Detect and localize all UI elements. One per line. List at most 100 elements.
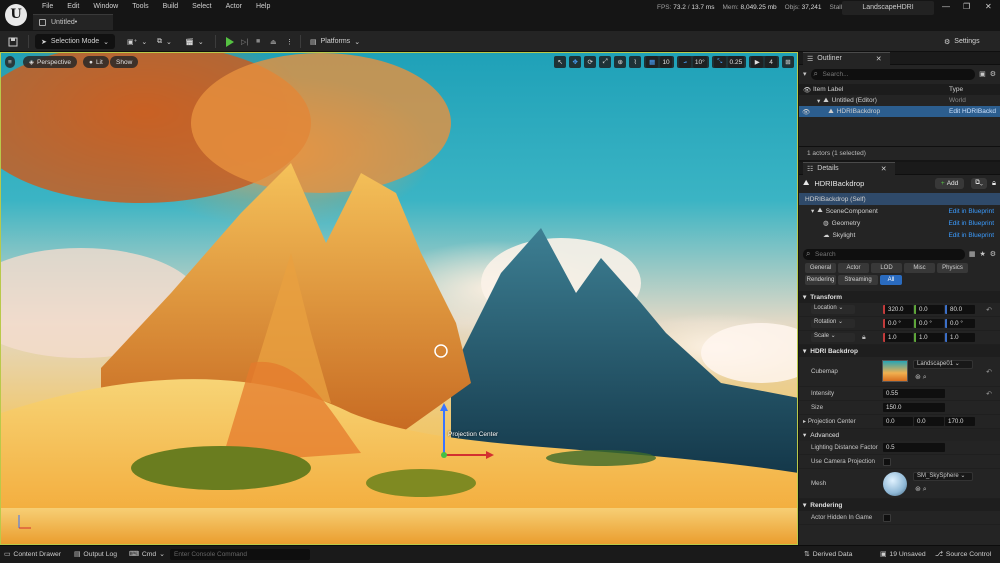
projection-y-input[interactable]: 0.0 [914, 417, 944, 426]
size-input[interactable]: 150.0 [883, 403, 945, 412]
intensity-input[interactable]: 0.55 [883, 389, 945, 398]
unreal-logo-icon[interactable]: U [5, 4, 27, 26]
location-dropdown[interactable]: Location ⌄ [811, 305, 855, 314]
console-input[interactable]: Enter Console Command [170, 549, 310, 560]
menu-tools[interactable]: Tools [125, 2, 155, 12]
reset-arrow-icon[interactable]: ↶ [986, 368, 992, 376]
blueprint-button[interactable]: ⧉ ⌄ [157, 34, 172, 49]
minimize-button[interactable]: — [942, 2, 950, 11]
rotation-z-input[interactable]: 0.0 ° [945, 319, 975, 328]
close-tab-icon[interactable]: ✕ [876, 55, 882, 63]
grid-snap-toggle[interactable]: ▦ 10 [644, 56, 675, 68]
rotation-x-input[interactable]: 0.0 ° [883, 319, 913, 328]
table-view-icon[interactable]: ▦ [969, 250, 976, 258]
add-content-button[interactable]: ▣⁺ ⌄ [127, 34, 147, 49]
projection-z-input[interactable]: 170.0 [945, 417, 975, 426]
add-component-button[interactable]: + Add [934, 177, 965, 189]
location-y-input[interactable]: 0.0 [914, 305, 944, 314]
reset-arrow-icon[interactable]: ↶ [986, 306, 992, 314]
edit-in-blueprint-link[interactable]: Edit in Blueprint [948, 220, 994, 227]
category-lod[interactable]: LOD [871, 263, 902, 273]
outliner-row-hdribackdrop[interactable]: 👁︎ ⛰ HDRIBackdrop Edit HDRIBackd [799, 106, 1000, 117]
rotation-snap-toggle[interactable]: ⦟ 10° [677, 56, 709, 68]
scale-y-input[interactable]: 1.0 [914, 333, 944, 342]
settings-gear-icon[interactable]: ⚙ [990, 250, 996, 258]
derived-data-button[interactable]: ⇅ Derived Data [804, 550, 852, 559]
mesh-dropdown[interactable]: SM_SkySphere ⌄ [913, 472, 973, 481]
scale-snap-toggle[interactable]: ⤡ 0.25 [711, 56, 747, 68]
outliner-row-world[interactable]: ▾ ⛰ Untitled (Editor) World [799, 95, 1000, 106]
maximize-viewport-icon[interactable]: ⊞ [782, 56, 794, 68]
actor-hidden-checkbox[interactable] [883, 514, 891, 522]
world-space-icon[interactable]: ⊕ [614, 56, 627, 68]
advance-frame-button[interactable]: ▷| [241, 34, 248, 49]
category-actor[interactable]: Actor [838, 263, 869, 273]
source-control-button[interactable]: ⎇ Source Control [935, 550, 991, 559]
rotation-dropdown[interactable]: Rotation ⌄ [811, 319, 855, 328]
blueprint-options-button[interactable]: ⧉⌄ [971, 177, 987, 189]
use-camera-projection-checkbox[interactable] [883, 458, 891, 466]
rendering-section-header[interactable]: ▾ Rendering [799, 499, 1000, 511]
component-row-skylight[interactable]: ☁ Skylight Edit in Blueprint [799, 229, 1000, 241]
cubemap-dropdown[interactable]: Landscape01 ⌄ [913, 360, 973, 369]
unsaved-button[interactable]: ▣ 19 Unsaved [880, 550, 926, 559]
close-button[interactable]: ✕ [985, 2, 992, 11]
scale-z-input[interactable]: 1.0 [945, 333, 975, 342]
outliner-search-input[interactable]: Search... [810, 68, 976, 80]
scale-lock-icon[interactable]: 🔒︎ [862, 334, 866, 342]
type-header[interactable]: Type [949, 86, 963, 93]
menu-build[interactable]: Build [156, 2, 186, 12]
edit-in-blueprint-link[interactable]: Edit in Blueprint [948, 232, 994, 239]
menu-select[interactable]: Select [185, 2, 218, 12]
projection-x-input[interactable]: 0.0 [883, 417, 913, 426]
camera-speed-button[interactable]: ▶ 4 [749, 56, 779, 68]
eject-button[interactable]: ⏏ [270, 34, 277, 49]
close-tab-icon[interactable]: ✕ [881, 165, 887, 173]
scale-dropdown[interactable]: Scale ⌄ [811, 333, 855, 342]
mesh-thumbnail[interactable] [883, 472, 907, 496]
cmd-dropdown[interactable]: ⌨ Cmd ⌄ [129, 550, 165, 559]
star-icon[interactable]: ★ [979, 250, 985, 258]
outliner-tab[interactable]: ☰ Outliner ✕ [803, 51, 890, 65]
scale-x-input[interactable]: 1.0 [883, 333, 913, 342]
details-tab[interactable]: ☷ Details ✕ [803, 162, 895, 175]
category-physics[interactable]: Physics [937, 263, 968, 273]
view-mode-button[interactable]: ● Lit [83, 56, 109, 68]
maximize-button[interactable]: ❐ [963, 2, 970, 11]
menu-actor[interactable]: Actor [219, 2, 249, 12]
stop-button[interactable]: ■ [256, 34, 260, 49]
level-tab[interactable]: Untitled• [33, 14, 113, 30]
scale-tool-icon[interactable]: ⤢ [599, 56, 612, 68]
selection-mode-dropdown[interactable]: ➤ Selection Mode ⌄ [35, 34, 116, 49]
filter-icon[interactable]: ▾ [803, 70, 807, 78]
cinematics-button[interactable]: 🎬︎ ⌄ [185, 34, 204, 49]
level-viewport[interactable]: ≡ ◈ Perspective ● Lit Show ↖ ✥ ⟳ ⤢ ⊕ ⌇ ▦… [0, 52, 798, 545]
perspective-button[interactable]: ◈ Perspective [23, 56, 77, 68]
cubemap-thumbnail[interactable] [882, 360, 908, 382]
play-button[interactable] [226, 34, 234, 49]
advanced-section-header[interactable]: ▾ Advanced [799, 429, 1000, 441]
expand-arrow-icon[interactable]: ▸ [803, 418, 806, 425]
settings-gear-icon[interactable]: ⚙ [990, 70, 996, 78]
hdri-section-header[interactable]: ▾ HDRI Backdrop [799, 345, 1000, 357]
category-rendering[interactable]: Rendering [805, 275, 836, 285]
eye-icon[interactable]: 👁︎ [802, 108, 810, 116]
menu-help[interactable]: Help [249, 2, 277, 12]
menu-edit[interactable]: Edit [60, 2, 86, 12]
category-general[interactable]: General [805, 263, 836, 273]
menu-window[interactable]: Window [86, 2, 125, 12]
expand-arrow-icon[interactable]: ▾ [811, 207, 814, 215]
transform-section-header[interactable]: ▾ Transform [799, 291, 1000, 303]
component-row-geometry[interactable]: ◍ Geometry Edit in Blueprint [799, 217, 1000, 229]
component-row-self[interactable]: HDRIBackdrop (Self) [799, 193, 1000, 205]
browse-asset-icon[interactable]: ⊛ ⌕ [915, 485, 927, 494]
menu-file[interactable]: File [35, 2, 60, 12]
add-folder-icon[interactable]: ▣ [979, 70, 986, 78]
output-log-button[interactable]: ▤ Output Log [74, 550, 117, 559]
viewport-menu-button[interactable]: ≡ [5, 56, 15, 68]
component-row-scene[interactable]: ▾ ⛰ SceneComponent Edit in Blueprint [799, 205, 1000, 217]
edit-in-blueprint-link[interactable]: Edit in Blueprint [948, 208, 994, 215]
reset-arrow-icon[interactable]: ↶ [986, 390, 992, 398]
category-streaming[interactable]: Streaming [838, 275, 878, 285]
category-all[interactable]: All [880, 275, 902, 285]
